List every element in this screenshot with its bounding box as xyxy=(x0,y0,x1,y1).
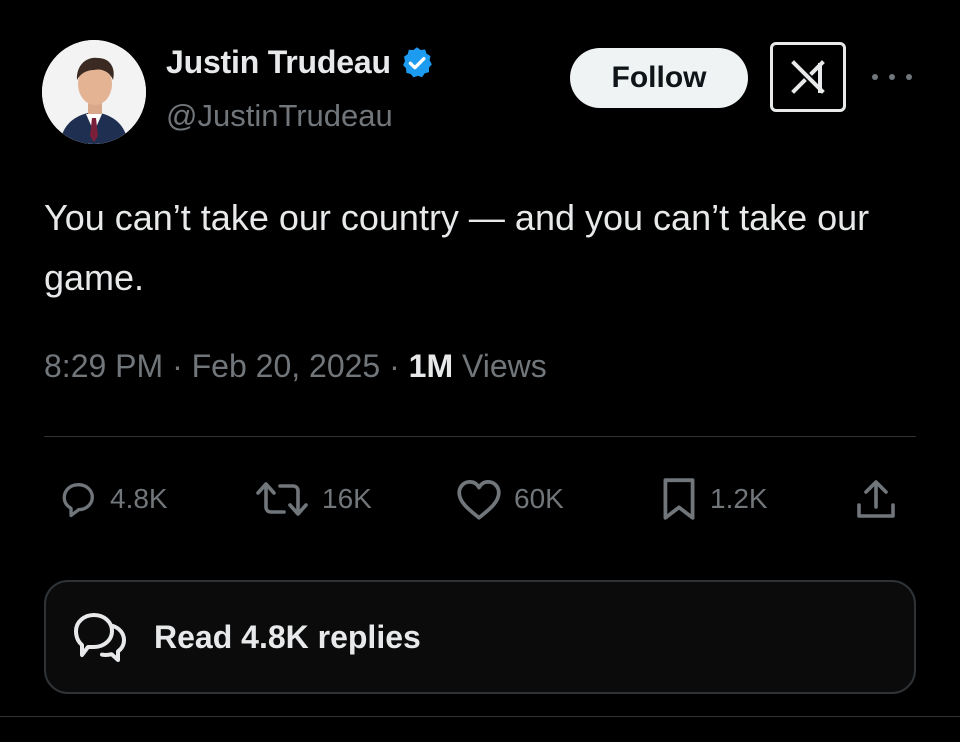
author-display-name[interactable]: Justin Trudeau xyxy=(166,44,391,81)
tweet-date[interactable]: Feb 20, 2025 xyxy=(192,348,381,384)
tweet-meta: 8:29 PM · Feb 20, 2025 · 1M Views xyxy=(44,348,547,385)
bookmark-action[interactable]: 1.2K xyxy=(658,476,768,522)
avatar[interactable] xyxy=(42,40,146,144)
tweet-text: You can’t take our country — and you can… xyxy=(44,197,870,298)
views-count[interactable]: 1M xyxy=(409,348,453,384)
tweet: Justin Trudeau @JustinTrudeau Follow You… xyxy=(0,0,960,742)
grok-icon xyxy=(791,60,825,94)
like-count: 60K xyxy=(514,483,564,514)
avatar-image xyxy=(42,40,146,144)
more-options-button[interactable] xyxy=(872,62,912,92)
meta-separator: · xyxy=(163,348,192,384)
heart-icon xyxy=(457,480,501,520)
reply-count: 4.8K xyxy=(110,483,168,514)
meta-separator: · xyxy=(380,348,409,384)
read-replies-label: Read 4.8K replies xyxy=(154,618,421,655)
share-action[interactable] xyxy=(852,476,900,522)
read-replies-button[interactable]: Read 4.8K replies xyxy=(44,580,916,694)
bottom-divider xyxy=(0,716,960,717)
tweet-time[interactable]: 8:29 PM xyxy=(44,348,163,384)
reply-action[interactable]: 4.8K xyxy=(56,476,168,522)
reply-icon xyxy=(62,483,94,518)
share-icon xyxy=(857,480,895,518)
repost-count: 16K xyxy=(322,483,372,514)
like-action[interactable]: 60K xyxy=(454,476,564,522)
more-dot xyxy=(906,74,912,80)
more-dot xyxy=(872,74,878,80)
author-handle[interactable]: @JustinTrudeau xyxy=(166,98,393,134)
verified-badge-icon xyxy=(399,45,435,81)
grok-button[interactable] xyxy=(770,42,846,112)
bookmark-count: 1.2K xyxy=(710,483,768,514)
follow-button[interactable]: Follow xyxy=(570,48,748,108)
author-name-row: Justin Trudeau xyxy=(166,44,435,81)
more-dot xyxy=(889,74,895,80)
views-label: Views xyxy=(453,348,547,384)
conversation-icon xyxy=(74,613,126,662)
repost-action[interactable]: 16K xyxy=(252,476,372,522)
bookmark-icon xyxy=(663,478,695,520)
divider xyxy=(44,436,916,437)
repost-icon xyxy=(256,482,308,516)
